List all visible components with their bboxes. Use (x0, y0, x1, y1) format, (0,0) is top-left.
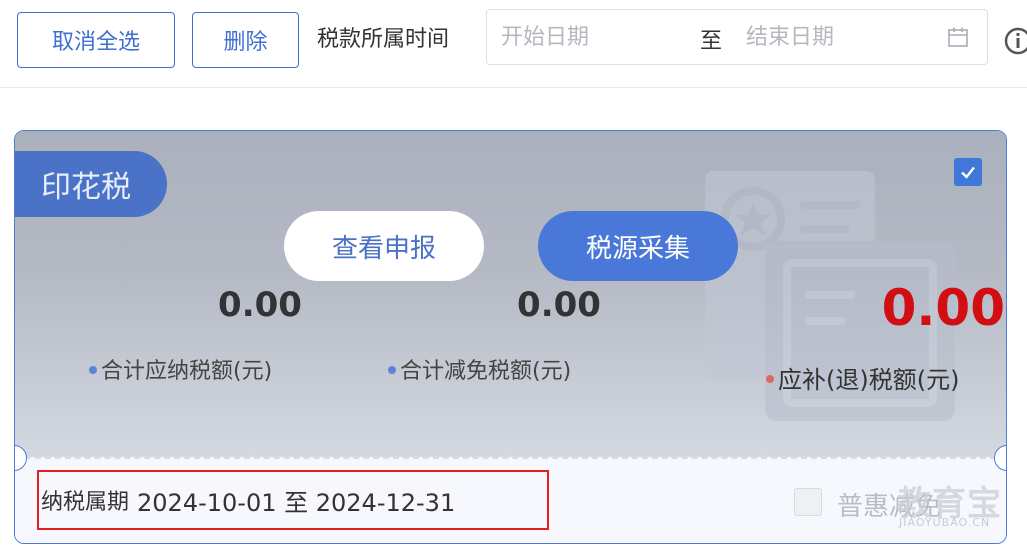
cancel-select-all-button[interactable]: 取消全选 (17, 12, 175, 68)
bullet-dot (766, 375, 774, 383)
total-payable-amount: 0.00 (218, 285, 302, 325)
period-value: 2024-10-01 至 2024-12-31 (137, 488, 456, 517)
range-separator: 至 (700, 29, 723, 54)
tax-period-label: 税款所属时间 (317, 27, 450, 52)
total-relief-label: 合计减免税额(元) (388, 353, 571, 385)
refund-label: 应补(退)税额(元) (766, 360, 959, 395)
tax-period-highlight: 纳税属期 2024-10-01 至 2024-12-31 (37, 470, 549, 530)
watermark-logo: 教育宝 JIAOYUBAO.CN (897, 476, 1027, 546)
watermark-en: JIAOYUBAO.CN (899, 516, 991, 529)
tax-source-collection-button[interactable]: 税源采集 (538, 211, 738, 281)
date-range-picker[interactable]: 至 (486, 9, 988, 65)
inclusive-relief-checkbox[interactable] (794, 488, 822, 516)
end-date-input[interactable] (746, 10, 936, 64)
bullet-dot (89, 366, 97, 374)
card-select-checkbox[interactable] (954, 158, 982, 186)
refund-label-text: 应补(退)税额(元) (778, 366, 960, 394)
view-declaration-button[interactable]: 查看申报 (284, 211, 484, 281)
refund-amount: 0.00 (881, 279, 1005, 337)
check-icon (961, 166, 975, 179)
info-icon[interactable] (1003, 26, 1027, 56)
tax-name-tag: 印花税 (15, 151, 167, 217)
total-payable-label: 合计应纳税额(元) (89, 353, 272, 385)
total-relief-amount: 0.00 (517, 285, 601, 325)
total-payable-label-text: 合计应纳税额(元) (101, 359, 273, 384)
period-label: 纳税属期 (41, 490, 130, 515)
delete-button[interactable]: 删除 (192, 12, 299, 68)
toolbar: 取消全选 删除 税款所属时间 至 (0, 0, 1027, 88)
calendar-icon[interactable] (947, 26, 969, 48)
bullet-dot (388, 366, 396, 374)
tax-card: 印花税 查看申报 税源采集 0.00 0.00 0.00 合计应纳税额(元) 合… (14, 130, 1007, 544)
start-date-input[interactable] (501, 10, 691, 64)
total-relief-label-text: 合计减免税额(元) (400, 359, 572, 384)
